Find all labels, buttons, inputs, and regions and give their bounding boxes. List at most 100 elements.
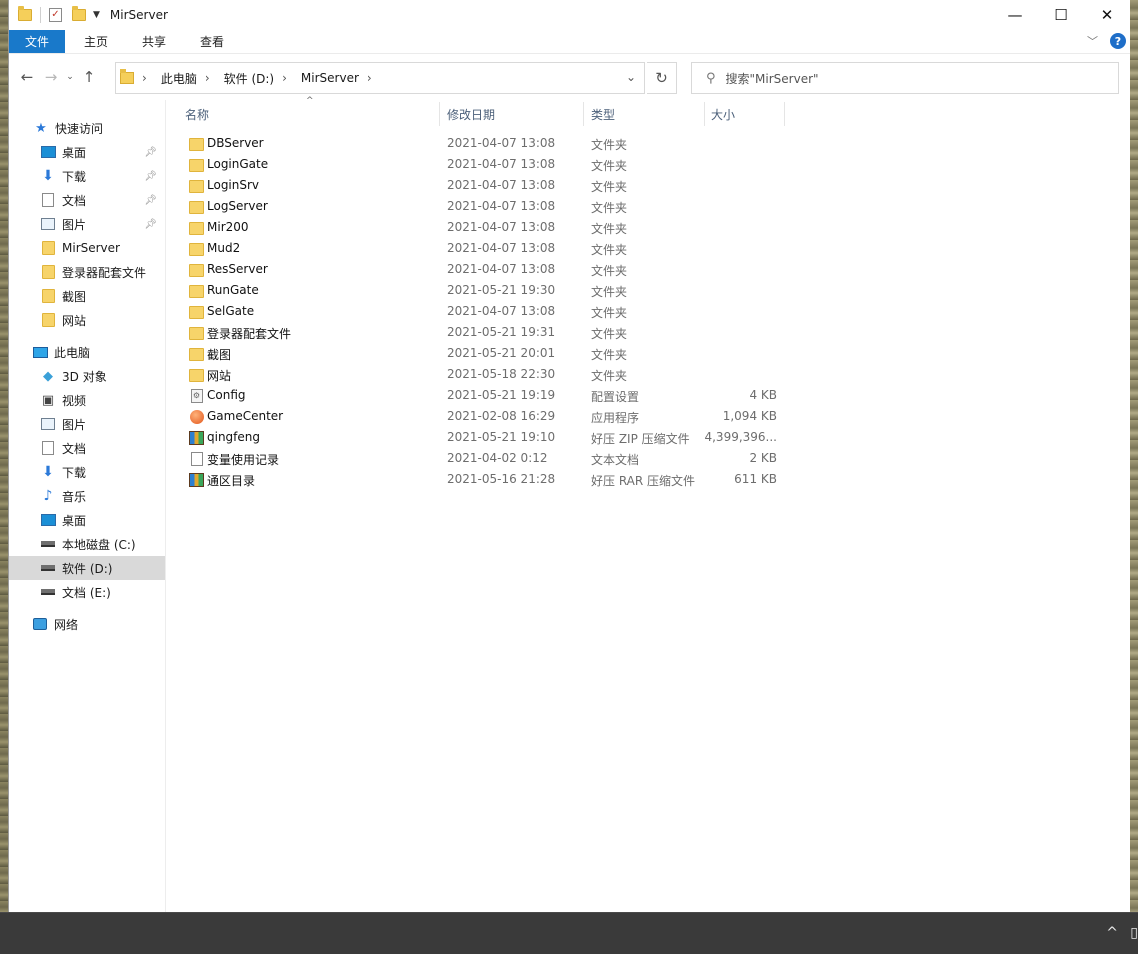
file-date: 2021-04-07 13:08 [447,178,556,192]
column-divider[interactable] [784,102,785,126]
drive-icon [40,585,56,599]
sidebar-item-label: 文档 [62,441,87,456]
column-header-type[interactable]: 类型 [591,100,615,128]
show-hidden-icons-chevron-icon[interactable]: ^ [1106,925,1118,941]
maximize-button[interactable]: ☐ [1038,0,1084,30]
file-row[interactable]: GameCenter 2021-02-08 16:29 应用程序 1,094 KB [183,407,783,428]
breadcrumb-mirserver[interactable]: MirServer [301,71,359,85]
file-name: LogServer [207,199,268,213]
sidebar-item-website[interactable]: 网站 [9,308,165,332]
up-arrow-icon[interactable]: ↑ [77,68,101,86]
properties-icon[interactable]: ✓ [49,8,62,22]
sidebar-item-downloads-pinned[interactable]: ⬇ 下载 📌︎ [9,164,165,188]
sidebar-item-pictures-pinned[interactable]: 图片 📌︎ [9,212,165,236]
breadcrumb-separator-icon[interactable]: › [205,71,210,85]
column-divider[interactable] [704,102,705,126]
taskbar: ^ ▯ [0,912,1138,954]
breadcrumb-separator-icon[interactable]: › [282,71,287,85]
sidebar-item-desktop-pinned[interactable]: 桌面 📌︎ [9,140,165,164]
drive-icon [40,561,56,575]
tab-home[interactable]: 主页 [69,30,123,53]
file-row[interactable]: LogServer 2021-04-07 13:08 文件夹 [183,197,783,218]
sidebar-item-desktop[interactable]: 桌面 [9,508,165,532]
file-row[interactable]: RunGate 2021-05-21 19:30 文件夹 [183,281,783,302]
sidebar-item-drive-c[interactable]: 本地磁盘 (C:) [9,532,165,556]
file-row[interactable]: 截图 2021-05-21 20:01 文件夹 [183,344,783,365]
sidebar-item-music[interactable]: ♪ 音乐 [9,484,165,508]
search-placeholder[interactable]: 搜索"MirServer" [726,70,819,87]
file-date: 2021-05-21 19:30 [447,283,556,297]
file-row[interactable]: 网站 2021-05-18 22:30 文件夹 [183,365,783,386]
breadcrumb-this-pc[interactable]: 此电脑 [161,70,197,87]
pin-icon[interactable]: 📌︎ [144,171,157,182]
back-arrow-icon[interactable]: ← [15,68,39,86]
file-type: 应用程序 [591,411,640,425]
pin-icon[interactable]: 📌︎ [144,147,157,158]
file-row[interactable]: ⚙ Config 2021-05-21 19:19 配置设置 4 KB [183,386,783,407]
recent-locations-chevron-icon[interactable]: ⌄ [63,72,77,82]
application-icon [189,410,204,424]
breadcrumb-drive-d[interactable]: 软件 (D:) [224,70,274,87]
file-name: Mud2 [207,241,241,255]
file-row[interactable]: ResServer 2021-04-07 13:08 文件夹 [183,260,783,281]
file-date: 2021-05-16 21:28 [447,472,556,486]
sidebar-item-network[interactable]: 网络 [9,612,165,636]
sidebar-item-drive-d[interactable]: 软件 (D:) [9,556,165,580]
file-row[interactable]: Mud2 2021-04-07 13:08 文件夹 [183,239,783,260]
file-row[interactable]: LoginGate 2021-04-07 13:08 文件夹 [183,155,783,176]
pin-icon[interactable]: 📌︎ [144,195,157,206]
tab-view[interactable]: 查看 [185,30,239,53]
sidebar-item-documents-pinned[interactable]: 文档 📌︎ [9,188,165,212]
sidebar-item-drive-e[interactable]: 文档 (E:) [9,580,165,604]
new-folder-icon[interactable] [72,6,86,21]
column-divider[interactable] [439,102,440,126]
help-icon[interactable]: ? [1110,33,1126,49]
minimize-button[interactable]: — [992,0,1038,30]
search-box[interactable]: ⚲ 搜索"MirServer" [691,62,1119,94]
breadcrumb-separator-icon[interactable]: › [142,71,147,85]
close-button[interactable]: ✕ [1084,0,1130,30]
refresh-button[interactable]: ↻ [647,62,677,94]
customize-toolbar-chevron-icon[interactable]: ▼ [93,10,100,20]
document-icon [40,193,56,207]
address-history-chevron-icon[interactable]: ⌄ [626,70,636,84]
notification-icon[interactable]: ▯ [1130,925,1138,941]
quick-access-toolbar: ✓ ▼ [18,6,100,23]
file-row[interactable]: 登录器配套文件 2021-05-21 19:31 文件夹 [183,323,783,344]
forward-arrow-icon[interactable]: → [39,68,63,86]
column-header-size[interactable]: 大小 [711,100,735,128]
file-date: 2021-04-07 13:08 [447,220,556,234]
file-row[interactable]: 变量使用记录 2021-04-02 0:12 文本文档 2 KB [183,449,783,470]
expand-ribbon-chevron-icon[interactable]: ﹀ [1087,33,1098,49]
column-header-date[interactable]: 修改日期 [447,100,495,128]
file-name: ResServer [207,262,268,276]
column-header-name[interactable]: 名称 [185,100,209,128]
file-date: 2021-04-07 13:08 [447,136,556,150]
file-row[interactable]: LoginSrv 2021-04-07 13:08 文件夹 [183,176,783,197]
folder-icon [120,69,134,84]
file-row[interactable]: SelGate 2021-04-07 13:08 文件夹 [183,302,783,323]
sidebar-item-downloads[interactable]: ⬇ 下载 [9,460,165,484]
sidebar-item-this-pc[interactable]: 此电脑 [9,340,165,364]
file-row[interactable]: qingfeng 2021-05-21 19:10 好压 ZIP 压缩文件 4,399… [183,428,783,449]
breadcrumb-separator-icon[interactable]: › [367,71,372,85]
file-row[interactable]: 通区目录 2021-05-16 21:28 好压 RAR 压缩文件 611 KB [183,470,783,491]
video-icon: ▣ [41,392,55,408]
tab-share[interactable]: 共享 [127,30,181,53]
folder-icon [189,200,204,214]
column-divider[interactable] [583,102,584,126]
sidebar-item-label: 截图 [62,289,87,304]
address-bar[interactable]: › 此电脑 › 软件 (D:) › MirServer › ⌄ [115,62,645,94]
tab-file[interactable]: 文件 [9,30,65,53]
sidebar-item-documents[interactable]: 文档 [9,436,165,460]
sidebar-item-videos[interactable]: ▣ 视频 [9,388,165,412]
sidebar-item-screenshots[interactable]: 截图 [9,284,165,308]
file-row[interactable]: Mir200 2021-04-07 13:08 文件夹 [183,218,783,239]
sidebar-item-3d-objects[interactable]: ◆ 3D 对象 [9,364,165,388]
sidebar-item-mirserver[interactable]: MirServer [9,236,165,260]
pin-icon[interactable]: 📌︎ [144,219,157,230]
file-row[interactable]: DBServer 2021-04-07 13:08 文件夹 [183,134,783,155]
sidebar-item-launcher-files[interactable]: 登录器配套文件 [9,260,165,284]
sidebar-item-pictures[interactable]: 图片 [9,412,165,436]
sidebar-item-quick-access[interactable]: ★ 快速访问 [33,116,165,140]
